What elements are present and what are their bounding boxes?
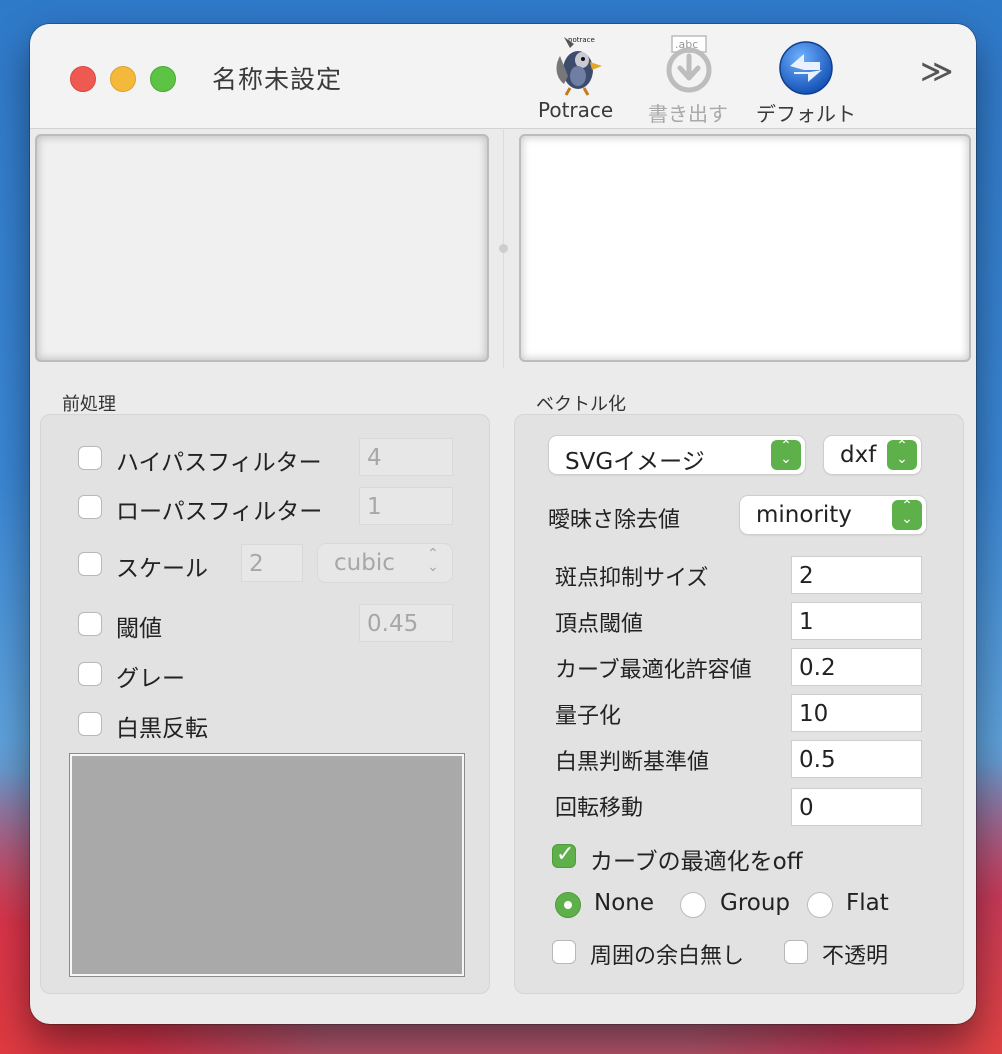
default-label: デフォルト [756,102,856,126]
app-window: 名称未設定 potrace Potrace .abc 書き出す デフォルト ≫ … [30,24,976,1024]
param-field[interactable]: 2 [791,556,922,594]
invert-checkbox[interactable] [78,712,102,736]
preprocess-preview [70,754,464,976]
format-ext-value: dxf [840,442,877,468]
no-margin-checkbox[interactable] [552,940,576,964]
curve-opt-off-label: カーブの最適化をoff [590,849,803,875]
scale-field[interactable]: 2 [241,544,303,582]
param-label: 白黒判断基準値 [555,750,710,775]
curve-opt-off-checkbox[interactable] [552,842,576,868]
ambiguity-select[interactable]: minority ⌃ ⌄ [740,496,926,534]
format-value: SVGイメージ [565,449,705,475]
close-button[interactable] [70,66,96,92]
chevron-updown-icon: ⌃ ⌄ [427,546,439,575]
minimize-button[interactable] [110,66,136,92]
param-label: 頂点閾値 [555,612,644,637]
title-bar: 名称未設定 potrace Potrace .abc 書き出す デフォルト ≫ [30,24,976,129]
export-button[interactable]: .abc 書き出す [648,32,728,127]
lowpass-field[interactable]: 1 [359,487,453,525]
default-icon [774,32,838,96]
param-field[interactable]: 10 [791,694,922,732]
format-ext-select[interactable]: dxf ⌃ ⌄ [824,436,921,474]
potrace-label: Potrace [538,98,614,122]
source-image-well[interactable] [35,134,489,362]
param-field[interactable]: 0.5 [791,740,922,778]
opaque-checkbox[interactable] [784,940,808,964]
radio-group-label: Group [720,890,791,916]
lowpass-checkbox[interactable] [78,495,102,519]
split-handle[interactable] [499,244,508,253]
chevron-updown-icon: ⌃ ⌄ [887,439,917,470]
radio-none-label: None [594,890,655,916]
invert-label: 白黒反転 [116,716,208,742]
threshold-field[interactable]: 0.45 [359,604,453,642]
radio-flat[interactable] [807,892,833,918]
format-select[interactable]: SVGイメージ ⌃ ⌄ [549,436,805,475]
preprocess-title: 前処理 [62,394,116,415]
default-button[interactable]: デフォルト [756,32,856,127]
param-label: カーブ最適化許容値 [555,658,752,683]
highpass-label: ハイパスフィルター [116,450,322,476]
threshold-label: 閾値 [116,616,162,642]
param-label: 回転移動 [555,796,644,821]
radio-none[interactable] [555,892,581,918]
potrace-icon: potrace [544,32,608,96]
no-margin-label: 周囲の余白無し [590,944,745,969]
highpass-field[interactable]: 4 [359,438,453,476]
radio-group[interactable] [680,892,706,918]
scale-checkbox[interactable] [78,552,102,576]
scale-label: スケール [116,556,208,582]
ambiguity-label: 曖昧さ除去値 [548,508,681,533]
toolbar-overflow-icon[interactable]: ≫ [920,52,954,90]
export-label: 書き出す [648,102,728,126]
scale-mode-select[interactable]: cubic ⌃ ⌄ [318,544,452,582]
lowpass-label: ローパスフィルター [116,499,323,525]
chevron-updown-icon: ⌃ ⌄ [771,439,801,470]
highpass-checkbox[interactable] [78,446,102,470]
radio-flat-label: Flat [846,890,889,916]
opaque-label: 不透明 [822,944,889,969]
param-label: 量子化 [555,704,622,729]
vectorize-title: ベクトル化 [536,394,626,415]
scale-mode-value: cubic [334,550,395,576]
param-field[interactable]: 1 [791,602,922,640]
param-label: 斑点抑制サイズ [555,566,709,591]
gray-checkbox[interactable] [78,662,102,686]
gray-label: グレー [116,666,185,692]
window-title: 名称未設定 [212,65,343,94]
threshold-checkbox[interactable] [78,612,102,636]
potrace-button[interactable]: potrace Potrace [538,32,613,122]
result-image-well[interactable] [519,134,971,362]
ambiguity-value: minority [756,502,852,528]
param-field[interactable]: 0.2 [791,648,922,686]
zoom-button[interactable] [150,66,176,92]
param-field[interactable]: 0 [791,788,922,826]
export-icon: .abc [656,32,720,96]
chevron-updown-icon: ⌃ ⌄ [892,499,922,530]
